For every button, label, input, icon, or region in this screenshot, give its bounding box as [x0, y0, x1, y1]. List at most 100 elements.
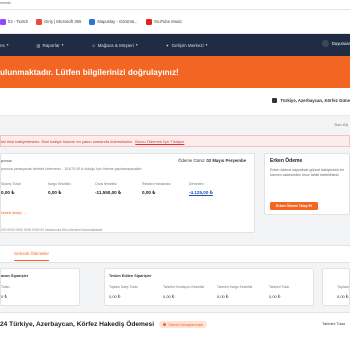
nav-label: Raporlar [42, 42, 60, 48]
youtube-icon [145, 18, 152, 25]
alert-text: ksi eksi bakiyedesiniz. Eksi bakiye tuta… [1, 138, 134, 144]
deduction-detail-link[interactable]: kesinti detayı → [1, 211, 27, 215]
banner-message: ulunmaktadır. Lütfen bilgilerinizi doğru… [0, 68, 179, 77]
panel-cell-label: Tutarı [1, 285, 10, 289]
due-date: 02 Mayıs Perşembe [206, 158, 246, 163]
panel-cell-value: 0 ₺ [1, 294, 7, 299]
bookmarks-bar: h2 - Twitch Giriş | Microsoft 365 Mapusl… [0, 10, 350, 34]
panel-cell-value: 0,00 ₺ [109, 294, 121, 299]
panel-cell-label: Toplam Satış Tutarı [109, 285, 139, 289]
bookmark-label: Mapuslay - Görüntü... [97, 19, 138, 24]
payment-due: Ödeme Günü: 02 Mayıs Perşembe [178, 158, 246, 163]
chevron-down-icon: ▾ [6, 43, 9, 47]
stat-value: 0,00 ₺ [48, 190, 62, 195]
people-icon: ☺ [91, 43, 96, 48]
order-panels: anan Siparişler Tutarı 0 ₺ Teslim Edilen… [0, 268, 350, 308]
stat-label: Ceza Kesintisi [95, 182, 117, 186]
bookmark-microsoft[interactable]: Giriş | Microsoft 365 [36, 18, 82, 25]
early-payment-body: Erken ödeme sayesinde güncel bakiyenizin… [270, 168, 344, 177]
payment-intro: ponuz [1, 158, 12, 163]
nav-item-orders[interactable]: ns ▾ [0, 43, 9, 48]
bookmark-maps[interactable]: Mapuslay - Görüntü... [89, 18, 138, 25]
early-payment-title: Erken Ödeme [270, 158, 303, 164]
due-label: Ödeme Günü: [178, 158, 206, 163]
bookmark-youtube-music[interactable]: YouTube Music [145, 18, 183, 25]
badge-label: Tahmini Hesaplanmıştır [168, 322, 204, 327]
payment-note: ponuza yansıyacak tahmini ödemeniz - 15.… [1, 167, 143, 171]
panel-title: anan Siparişler [1, 274, 29, 278]
stat-label: Reklam Harcaması [142, 182, 171, 186]
negative-balance-alert: ksi eksi bakiyedesiniz. Eksi bakiye tuta… [0, 135, 350, 147]
panel-cell-label: Tahmini Kargo Kesintisi [217, 285, 253, 289]
panel-cell-value: 0,00 ₺ [269, 294, 281, 299]
stat-penalty: Ceza Kesintisi -11.550,00 ₺ [95, 182, 137, 202]
panel-title: Teslim Edilen Siparişler [109, 274, 152, 278]
settlement-title-row: 24 Türkiye, Azerbaycan, Körfez Hakediş Ö… [0, 321, 208, 328]
bell-icon [321, 40, 329, 47]
early-payment-button[interactable]: Erken Ödeme Talep Et [270, 202, 318, 210]
stat-label: Devreden [189, 182, 204, 186]
nav-item-reports[interactable]: ▥ Raporlar ▾ [36, 42, 64, 49]
nav-item-store[interactable]: ☺ Mağaza & Müşteri ▾ [91, 42, 138, 49]
maps-icon [89, 18, 96, 25]
panel-cell-value: 0,00 ₺ [163, 294, 175, 299]
stat-value: -11.550,00 ₺ [95, 190, 122, 195]
bookmark-twitch[interactable]: h2 - Twitch [0, 18, 29, 25]
announcements[interactable]: Duyuruiar [321, 40, 350, 47]
status-dot-icon [163, 323, 167, 326]
microsoft-icon [36, 18, 43, 25]
pay-debt-link[interactable]: Borcu Ödemek İçin Tıklayın [135, 139, 184, 144]
panel-title: Toplam [337, 285, 350, 289]
stat-value: 0,00 ₺ [142, 190, 156, 195]
nav-label: ns [0, 42, 5, 48]
tab-title[interactable]: rments [0, 1, 11, 5]
settlement-title: 24 Türkiye, Azerbaycan, Körfez Hakediş Ö… [0, 321, 155, 328]
browser-tabstrip: rments [0, 0, 350, 10]
chevron-down-icon: ▾ [135, 43, 138, 47]
stat-ads: Reklam Harcaması 0,00 ₺ [142, 182, 184, 202]
total-panel: Toplam 0,00 ₺ [322, 268, 350, 306]
estimated-badge: Tahmini Hesaplanmıştır [159, 321, 208, 328]
bookmark-label: h2 - Twitch [8, 19, 29, 24]
region-selector[interactable]: Türkiye, Azerbaycan, Körfez Güne [272, 98, 350, 103]
panel-cell-value: 0,00 ₺ [337, 294, 349, 299]
nav-label: Gelişim Merkezi [171, 42, 204, 48]
stat-label: Kargo Kesintisi [48, 182, 71, 186]
building-icon [272, 98, 278, 103]
stat-label: Siparış Tutarı [1, 182, 22, 186]
nav-item-growth[interactable]: ✦ Gelişim Merkezi ▾ [165, 42, 208, 49]
stat-shipping: Kargo Kesintisi 0,00 ₺ [48, 182, 90, 202]
stat-value: 0,00 ₺ [1, 190, 15, 195]
stat-value[interactable]: -4.125,00 ₺ [189, 190, 231, 196]
panel-cell-value: 0,00 ₺ [217, 294, 229, 299]
bookmark-label: YouTube Music [153, 19, 183, 24]
last-update-label: Son Gü [334, 122, 348, 127]
delivered-orders-panel: Teslim Edilen Siparişler Toplam Satış Tu… [104, 268, 314, 306]
announcements-label: Duyuruiar [331, 41, 350, 46]
twitch-icon [0, 18, 6, 25]
chevron-down-icon: ▾ [61, 43, 64, 47]
nav-label: Mağaza & Müşteri [97, 42, 134, 48]
chart-icon: ▥ [36, 43, 41, 48]
tab-future-payments[interactable]: Gelecek Ödemeler [14, 251, 49, 261]
estimated-amount-label: Tahmini Tutar [322, 322, 345, 326]
sparkle-icon: ✦ [165, 43, 169, 48]
stat-carryover[interactable]: Devreden -4.125,00 ₺ [189, 182, 231, 202]
stat-order-total: Siparış Tutarı 0,00 ₺ [1, 182, 43, 202]
verification-banner: ulunmaktadır. Lütfen bilgilerinizi doğru… [0, 56, 350, 88]
chevron-down-icon: ▾ [205, 43, 208, 47]
location-bar: Türkiye, Azerbaycan, Körfez Güne [0, 88, 350, 116]
sub-bar: Son Gü [0, 116, 350, 134]
pending-orders-panel: anan Siparişler Tutarı 0 ₺ [0, 268, 80, 306]
region-label: Türkiye, Azerbaycan, Körfez Güne [280, 98, 350, 103]
early-payment-card: Erken Ödeme Erken ödeme sayesinde güncel… [264, 153, 350, 215]
payment-card: ponuz Ödeme Günü: 02 Mayıs Perşembe ponu… [0, 153, 255, 233]
payment-tabs: Gelecek Ödemeler [0, 245, 350, 263]
settlement-section: 24 Türkiye, Azerbaycan, Körfez Hakediş Ö… [0, 312, 350, 350]
top-nav: ns ▾ ▥ Raporlar ▾ ☺ Mağaza & Müşteri ▾ ✦… [0, 34, 350, 56]
payment-stats: Siparış Tutarı 0,00 ₺ Kargo Kesintisi 0,… [1, 182, 256, 202]
panel-cell-label: Tahmini Tutar [269, 285, 290, 289]
iban-note: 000 0000 0000 0000 0000 00 hesabınıza 80… [1, 228, 103, 232]
panel-cell-label: Tahmini Komisyon Kesintisi [163, 285, 205, 289]
bookmark-label: Giriş | Microsoft 365 [44, 19, 82, 24]
